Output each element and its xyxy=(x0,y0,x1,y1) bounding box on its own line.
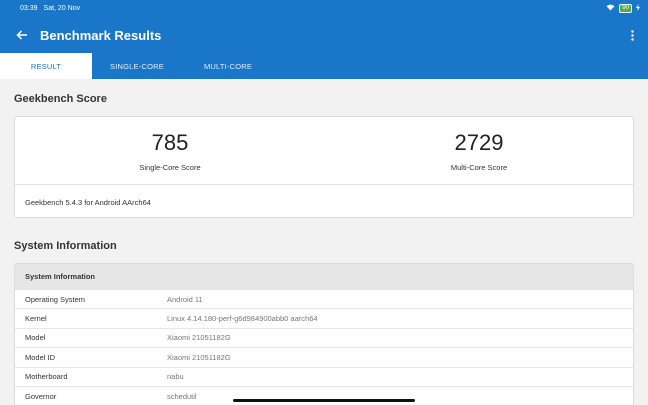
wifi-icon xyxy=(606,4,615,13)
row-key: Operating System xyxy=(25,294,86,304)
status-time: 03:39 xyxy=(20,5,38,12)
table-row: Model ID Xiaomi 21051182G xyxy=(15,347,633,366)
single-core-label: Single-Core Score xyxy=(139,163,201,172)
version-text: Geekbench 5.4.3 for Android AArch64 xyxy=(25,198,151,207)
row-value: Android 11 xyxy=(167,294,203,304)
row-value: nabu xyxy=(167,372,184,382)
table-row: Governor schedutil xyxy=(15,385,633,405)
row-value: Xiaomi 21051182G xyxy=(167,333,231,343)
row-key: Model ID xyxy=(25,352,56,362)
app-bar: Benchmark Results xyxy=(0,17,648,53)
table-row: Kernel Linux 4.14.180-perf-g6d984900abb0… xyxy=(15,308,633,327)
single-core-block: 785 Single-Core Score xyxy=(70,129,270,172)
single-core-score: 785 xyxy=(151,130,189,155)
back-arrow-icon[interactable] xyxy=(14,27,30,43)
score-card: 785 Single-Core Score 2729 Multi-Core Sc… xyxy=(14,116,634,218)
status-bar: 03:39 Sat, 20 Nov 90 xyxy=(0,0,648,17)
row-value: Linux 4.14.180-perf-g6d984900abb0 aarch6… xyxy=(167,314,318,324)
multi-core-block: 2729 Multi-Core Score xyxy=(379,129,579,172)
table-header: System Information xyxy=(15,264,633,289)
multi-core-score: 2729 xyxy=(454,130,504,155)
divider xyxy=(15,184,633,185)
charging-icon xyxy=(636,4,640,13)
table-row: Model Xiaomi 21051182G xyxy=(15,327,633,347)
tab-multi-core[interactable]: MULTI-CORE xyxy=(182,53,274,79)
battery-icon: 90 xyxy=(619,4,632,13)
row-key: Kernel xyxy=(25,314,47,324)
system-information-heading: System Information xyxy=(14,240,117,252)
home-indicator[interactable] xyxy=(233,399,415,402)
tab-result[interactable]: RESULT xyxy=(0,53,92,79)
multi-core-label: Multi-Core Score xyxy=(450,163,508,172)
table-row: Motherboard nabu xyxy=(15,366,633,386)
row-key: Governor xyxy=(25,391,57,401)
row-value: schedutil xyxy=(167,391,197,401)
geekbench-score-heading: Geekbench Score xyxy=(14,93,107,105)
page-title: Benchmark Results xyxy=(40,27,162,43)
row-value: Xiaomi 21051182G xyxy=(167,352,231,362)
row-key: Model xyxy=(25,333,46,343)
tab-bar: RESULT SINGLE-CORE MULTI-CORE xyxy=(0,53,648,79)
table-row: Operating System Android 11 xyxy=(15,289,633,308)
status-date: Sat, 20 Nov xyxy=(43,5,81,12)
system-info-table: System Information Operating System Andr… xyxy=(14,263,634,405)
tab-single-core[interactable]: SINGLE-CORE xyxy=(92,53,182,79)
more-options-icon[interactable] xyxy=(626,27,638,43)
row-key: Motherboard xyxy=(25,372,68,382)
